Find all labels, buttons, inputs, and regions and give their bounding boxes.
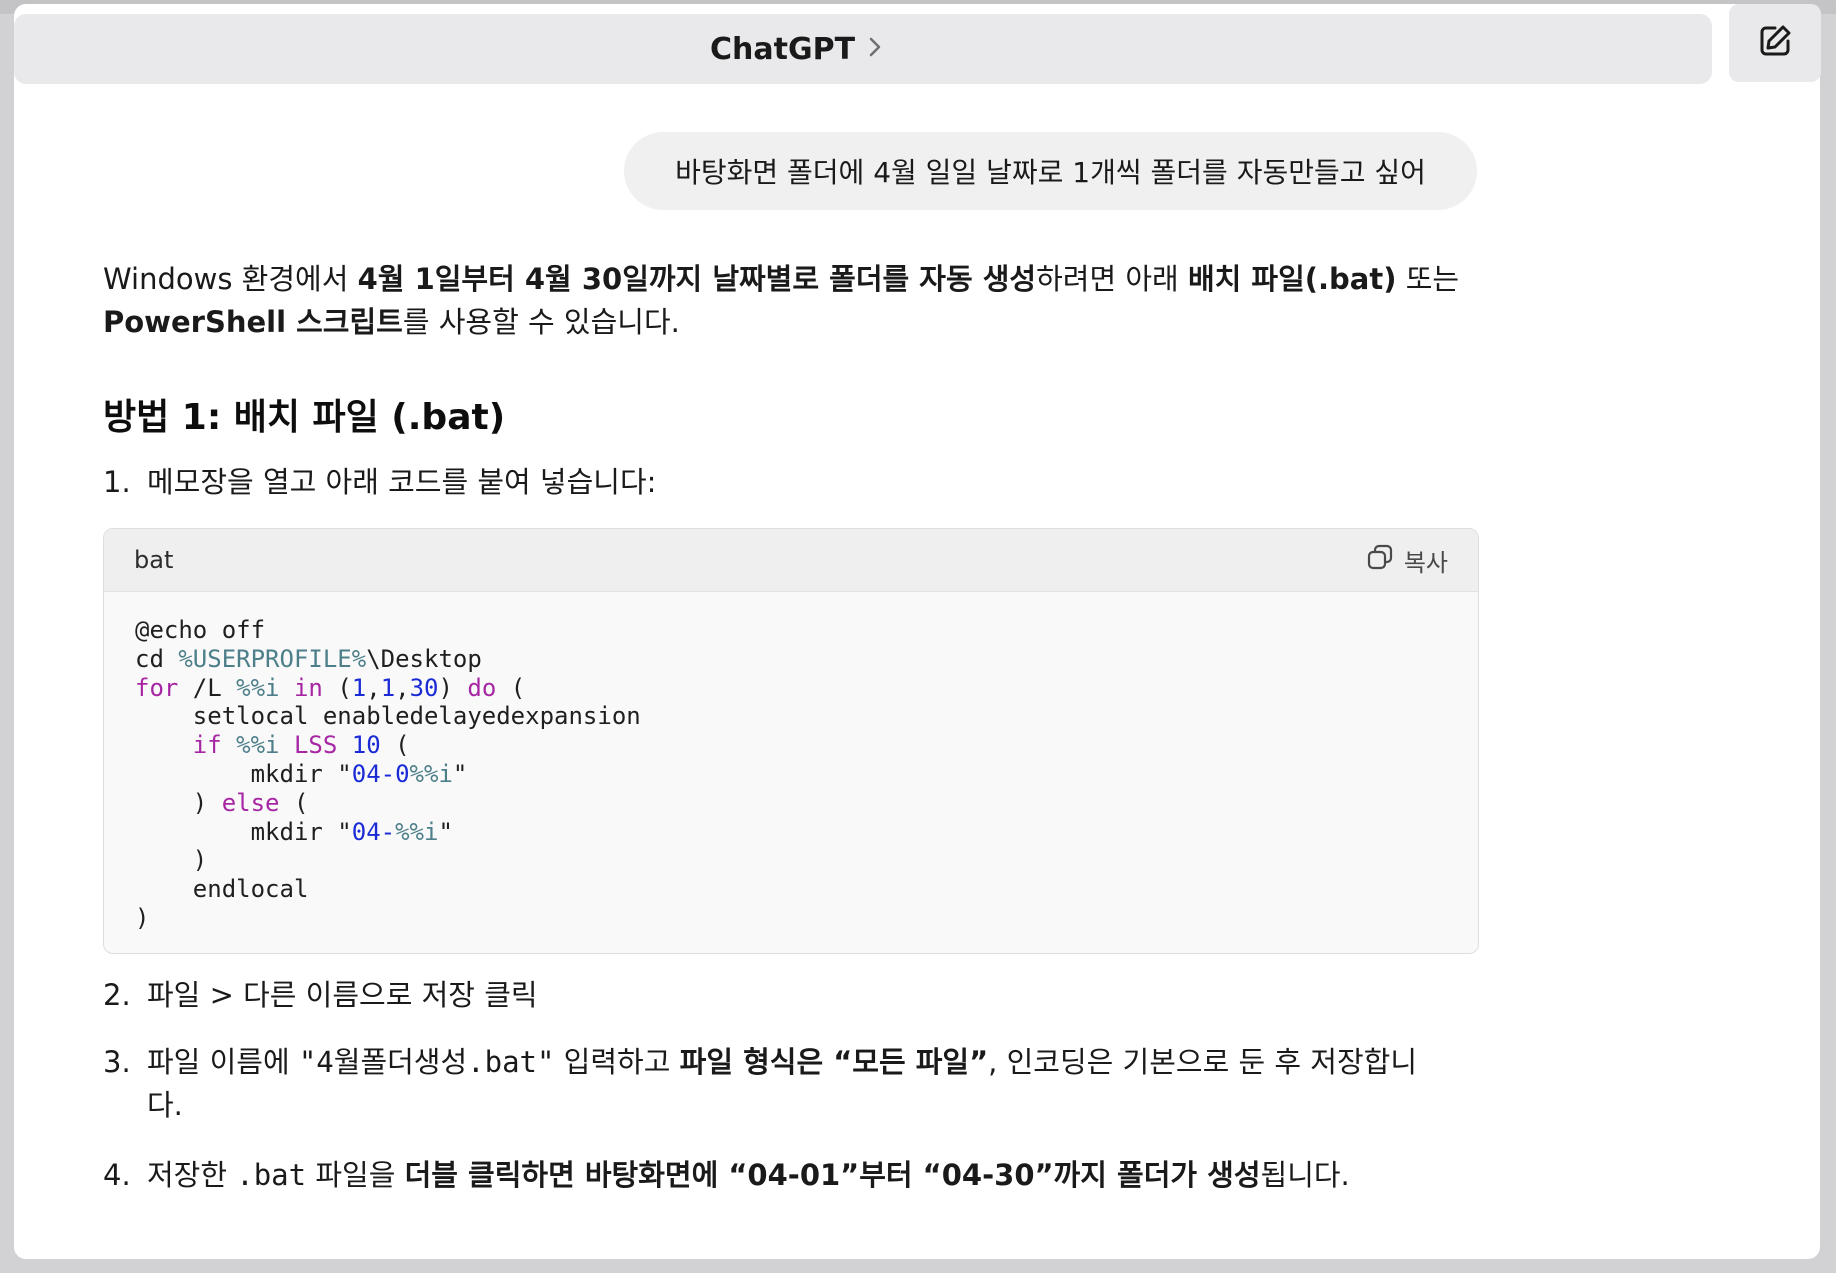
- list-number: 2.: [103, 978, 131, 1012]
- list-number: 1.: [103, 465, 131, 499]
- list-item: 3. 파일 이름에 "4월폴더생성.bat" 입력하고 파일 형식은 “모든 파일…: [103, 1041, 1493, 1127]
- code-block-header: bat 복사: [104, 529, 1478, 592]
- intro-bold: 배치 파일(.bat): [1187, 262, 1397, 296]
- list-item-text: 파일 이름에: [147, 1045, 299, 1079]
- intro-bold: PowerShell 스크립트: [103, 305, 403, 339]
- list-item-text: 됩니다.: [1260, 1158, 1350, 1192]
- intro-text: 를 사용할 수 있습니다.: [402, 305, 680, 339]
- model-selector[interactable]: ChatGPT: [710, 14, 883, 84]
- user-message-bubble: 바탕화면 폴더에 4월 일일 날짜로 1개씩 폴더를 자동만들고 싶어: [624, 132, 1477, 210]
- list-item-text: 입력하고: [554, 1045, 680, 1079]
- inline-code: .bat: [236, 1158, 307, 1192]
- intro-text: 하려면 아래: [1036, 262, 1188, 296]
- copy-icon: [1366, 543, 1394, 577]
- model-title: ChatGPT: [710, 31, 856, 67]
- list-item-bold: 더블 클릭하면 바탕화면에 “04-01”부터 “04-30”까지 폴더가 생성: [404, 1158, 1261, 1192]
- list-item: 2. 파일 > 다른 이름으로 저장 클릭: [103, 974, 538, 1017]
- list-item-text: 파일 > 다른 이름으로 저장 클릭: [147, 978, 538, 1012]
- copy-label: 복사: [1403, 548, 1448, 577]
- copy-code-button[interactable]: 복사: [1366, 543, 1448, 578]
- list-number: 4.: [103, 1158, 131, 1192]
- code-block: bat 복사 @echo off cd %USERPROFILE%\Deskto…: [103, 528, 1479, 954]
- list-item-text: 파일을: [306, 1158, 405, 1192]
- list-number: 3.: [103, 1045, 131, 1079]
- intro-text: 또는: [1396, 262, 1460, 296]
- top-header: ChatGPT: [14, 14, 1712, 84]
- code-language-label: bat: [134, 546, 174, 574]
- list-item: 1. 메모장을 열고 아래 코드를 붙여 넣습니다:: [103, 461, 656, 504]
- user-message-text: 바탕화면 폴더에 4월 일일 날짜로 1개씩 폴더를 자동만들고 싶어: [675, 156, 1426, 189]
- chevron-right-icon: [867, 32, 883, 67]
- intro-bold: 4월 1일부터 4월 30일까지 날짜별로 폴더를 자동 생성: [357, 262, 1037, 296]
- section-heading: 방법 1: 배치 파일 (.bat): [103, 397, 506, 438]
- code-content: @echo off cd %USERPROFILE%\Desktop for /…: [135, 616, 641, 932]
- intro-text: Windows 환경에서: [103, 262, 358, 296]
- list-item-text: , 인코딩은 기본으로 둔 후 저장합니: [988, 1045, 1418, 1079]
- assistant-intro: Windows 환경에서 4월 1일부터 4월 30일까지 날짜별로 폴더를 자…: [103, 258, 1493, 344]
- list-item-text: 다.: [147, 1088, 183, 1122]
- inline-code: "4월폴더생성.bat": [298, 1045, 555, 1079]
- window-bottom-edge: [14, 1259, 1820, 1273]
- list-item-text: 메모장을 열고 아래 코드를 붙여 넣습니다:: [147, 465, 657, 499]
- list-item-bold: 파일 형식은 “모든 파일”: [679, 1045, 989, 1079]
- new-chat-button[interactable]: [1729, 4, 1821, 82]
- list-item-text: 저장한: [147, 1158, 237, 1192]
- list-item: 4. 저장한 .bat 파일을 더블 클릭하면 바탕화면에 “04-01”부터 “…: [103, 1154, 1350, 1197]
- compose-icon: [1755, 21, 1795, 65]
